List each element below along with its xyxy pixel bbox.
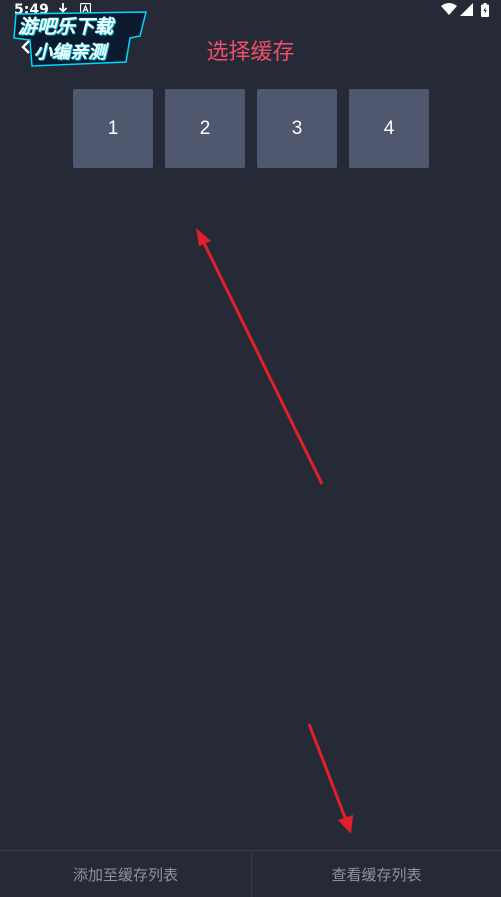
cache-slot-3[interactable]: 3 — [257, 89, 337, 168]
cache-slot-4[interactable]: 4 — [349, 89, 429, 168]
annotation-arrow-down — [307, 723, 353, 834]
annotation-arrow-up — [196, 228, 324, 485]
cache-slot-2[interactable]: 2 — [165, 89, 245, 168]
cache-slot-1[interactable]: 1 — [73, 89, 153, 168]
battery-icon — [481, 3, 489, 19]
bottom-action-bar: 添加至缓存列表 查看缓存列表 — [0, 850, 501, 897]
watermark-line1: 游吧乐下载 — [18, 16, 114, 38]
signal-icon — [460, 3, 473, 18]
wifi-icon — [441, 3, 457, 17]
watermark-line2: 小编亲测 — [34, 42, 106, 63]
chevron-left-icon[interactable] — [18, 38, 36, 56]
add-to-cache-list-button[interactable]: 添加至缓存列表 — [0, 851, 251, 897]
view-cache-list-button[interactable]: 查看缓存列表 — [252, 851, 501, 897]
